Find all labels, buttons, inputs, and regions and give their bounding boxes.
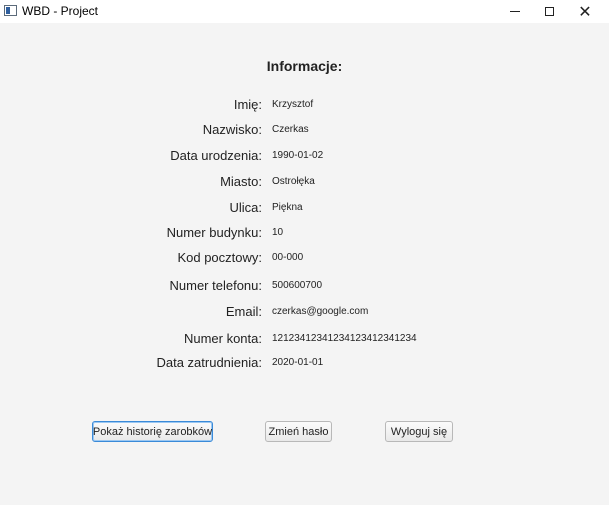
label-phone: Numer telefonu: (169, 278, 263, 293)
label-street: Ulica: (229, 200, 262, 215)
show-salary-history-button[interactable]: Pokaż historię zarobków (92, 421, 213, 442)
value-phone: 500600700 (272, 280, 323, 291)
label-building-number: Numer budynku: (166, 225, 262, 240)
window-title: WBD - Project (22, 4, 99, 18)
close-icon: ✕ (578, 1, 592, 21)
value-birth-date: 1990-01-02 (272, 150, 324, 161)
title-bar: WBD - Project ✕ (0, 0, 609, 23)
label-first-name: Imię: (233, 97, 262, 112)
app-icon (4, 5, 17, 16)
label-employment-date: Data zatrudnienia: (156, 355, 262, 370)
value-employment-date: 2020-01-01 (272, 357, 324, 368)
label-birth-date: Data urodzenia: (170, 148, 262, 163)
label-account-number: Numer konta: (183, 331, 262, 346)
value-email: czerkas@google.com (272, 306, 369, 317)
value-account-number: 12123412341234123412341234 (272, 333, 417, 344)
value-last-name: Czerkas (272, 124, 309, 135)
label-email: Email: (225, 304, 262, 319)
page-title-text: Informacje: (266, 58, 343, 74)
value-first-name: Krzysztof (272, 99, 314, 110)
value-city: Ostrołęka (272, 176, 315, 187)
label-postal-code: Kod pocztowy: (177, 250, 262, 265)
value-building-number: 10 (272, 227, 284, 238)
value-postal-code: 00-000 (272, 252, 304, 263)
minimize-icon (510, 11, 520, 12)
page-title: Informacje: (0, 58, 609, 74)
app-window: WBD - Project ✕ Informacje: Imię: Krzysz… (0, 0, 609, 505)
label-city: Miasto: (220, 174, 262, 189)
label-last-name: Nazwisko: (202, 122, 262, 137)
minimize-button[interactable] (498, 0, 532, 23)
change-password-button[interactable]: Zmień hasło (265, 421, 332, 442)
maximize-button[interactable] (532, 0, 566, 23)
value-street: Piękna (272, 202, 303, 213)
close-button[interactable]: ✕ (568, 0, 602, 23)
logout-button[interactable]: Wyloguj się (385, 421, 453, 442)
maximize-icon (544, 7, 554, 16)
